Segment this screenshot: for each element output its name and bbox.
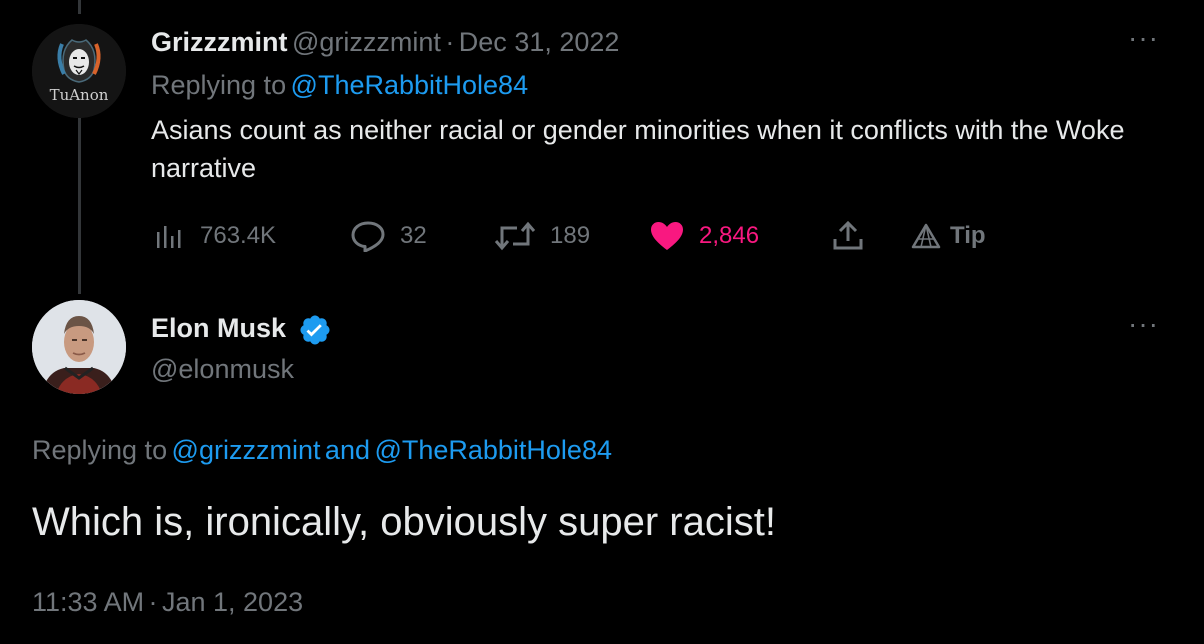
author-name[interactable]: Grizzzmint [151,27,288,57]
author-name[interactable]: Elon Musk [151,313,286,343]
reply-button[interactable]: 32 [350,218,427,254]
tip-label: Tip [950,222,986,249]
tip-icon [911,223,941,249]
tweet2-header: Elon Musk [151,308,332,348]
verified-badge-icon [300,315,330,345]
replying-prefix: Replying to [151,70,287,100]
share-button[interactable] [832,218,864,254]
views-stat[interactable]: 763.4K [154,218,276,254]
tweet-timestamp[interactable]: 11:33 AM · Jan 1, 2023 [32,582,303,622]
more-icon[interactable]: ··· [1128,310,1159,338]
reply-icon [351,221,385,252]
replying-handle-link[interactable]: @TheRabbitHole84 [374,435,612,465]
thread-line-top [78,0,81,14]
retweet-button[interactable]: 189 [494,218,590,254]
tweet-text: Which is, ironically, obviously super ra… [32,500,776,544]
author-handle[interactable]: @elonmusk [151,349,294,389]
thread-line [78,118,81,294]
avatar-tuanon-image: TuAnon [32,24,126,118]
avatar[interactable]: TuAnon [32,24,126,118]
replying-to: Replying to @grizzzmint and @TheRabbitHo… [32,430,612,470]
avatar-elon-image [32,300,126,394]
timestamp-separator: · [148,587,158,617]
header-separator: · [445,27,455,57]
avatar-text: TuAnon [50,86,109,104]
views-count: 763.4K [200,222,277,249]
replying-prefix: Replying to [32,435,168,465]
tweet-time: 11:33 AM [32,587,145,617]
retweet-icon [494,221,536,251]
replying-handle-link[interactable]: @grizzzmint [172,435,321,465]
like-button[interactable]: 2,846 [649,218,759,254]
tweet-text: Asians count as neither racial or gender… [151,115,1125,183]
views-icon [157,226,181,248]
share-icon [833,221,863,250]
replying-and[interactable]: and [325,435,370,465]
avatar[interactable] [32,300,126,394]
like-heart-icon [651,222,683,250]
replying-to: Replying to @TheRabbitHole84 [151,65,528,105]
replying-handle-link[interactable]: @TheRabbitHole84 [291,70,529,100]
tweet-date[interactable]: Dec 31, 2022 [459,27,620,57]
more-icon[interactable]: ··· [1128,24,1159,52]
like-count: 2,846 [699,222,760,249]
author-handle[interactable]: @grizzzmint [292,27,441,57]
retweet-count: 189 [550,222,591,249]
tweet-date: Jan 1, 2023 [161,587,304,617]
tweet1-header: Grizzzmint @grizzzmint · Dec 31, 2022 [151,22,619,62]
reply-count: 32 [400,222,427,249]
tip-button[interactable]: Tip [910,218,986,254]
